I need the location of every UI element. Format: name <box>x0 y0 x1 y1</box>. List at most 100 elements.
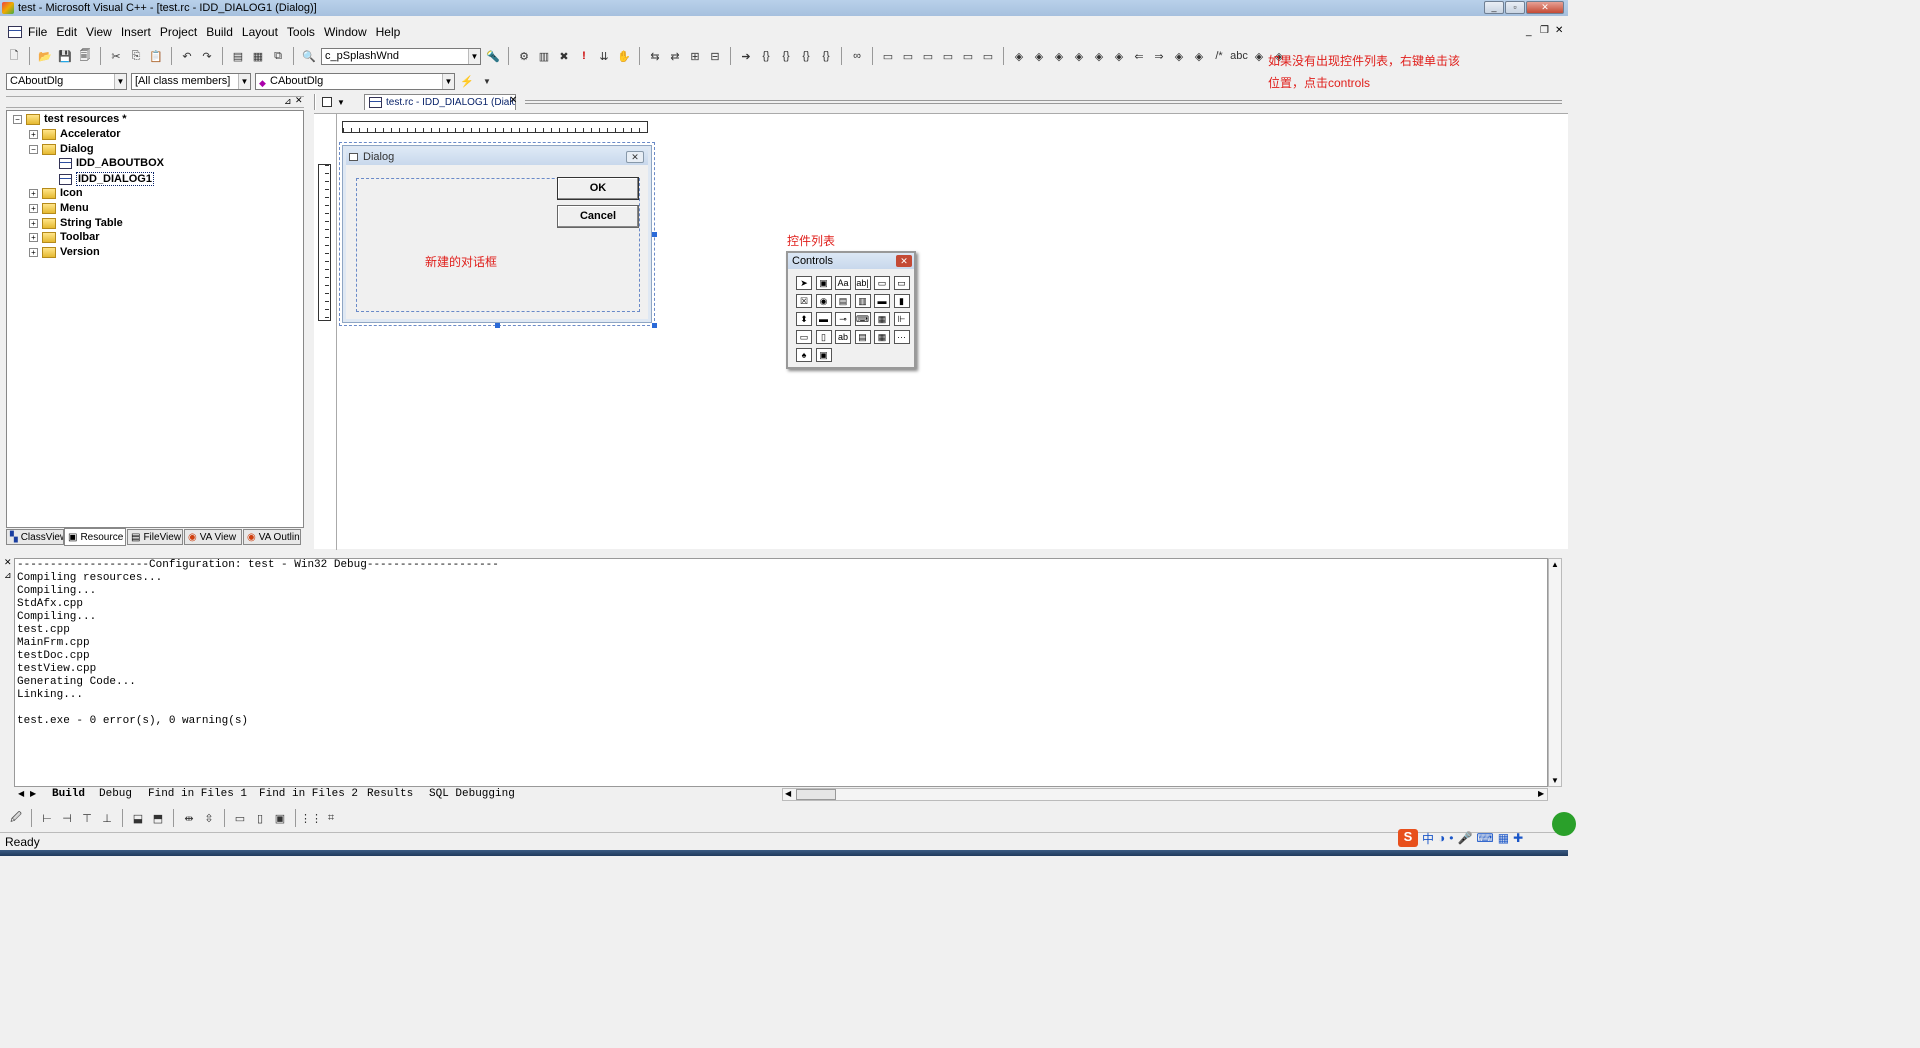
mdi-minimize-icon[interactable]: _ <box>1526 26 1532 37</box>
doc-tab-close-icon[interactable]: ✕ <box>509 95 517 106</box>
chevron-down-icon[interactable]: ▼ <box>337 98 345 107</box>
ime-tools-icon[interactable]: ✚ <box>1513 831 1523 845</box>
expand-icon[interactable]: + <box>29 232 38 242</box>
hscroll-thumb[interactable] <box>796 789 836 800</box>
test-dialog-icon[interactable]: 🖉 <box>8 810 24 826</box>
horizontal-scroll-icon[interactable]: ▬ <box>874 294 890 308</box>
debug-icon-4[interactable]: ⊟ <box>707 48 723 64</box>
panel-dock-icon[interactable]: ⊿ <box>284 96 292 107</box>
redo-icon[interactable]: ↷ <box>199 48 215 64</box>
check-box-icon[interactable]: ☒ <box>796 294 812 308</box>
callstack-icon[interactable]: ▭ <box>960 48 976 64</box>
ime-punct-icon[interactable]: ◑ <box>1438 831 1445 845</box>
group-box-icon[interactable]: ▭ <box>874 276 890 290</box>
dialog-editor-canvas[interactable]: Dialog ✕ OK Cancel 新建的对话框 控件列表 <box>314 113 1568 550</box>
output-tab-results[interactable]: Results <box>367 788 413 802</box>
ime-dot-icon[interactable]: • <box>1449 831 1453 845</box>
menu-project[interactable]: Project <box>160 25 197 39</box>
hscroll-right-icon[interactable]: ▶ <box>1538 789 1544 798</box>
debug-icon-3[interactable]: ⊞ <box>687 48 703 64</box>
expand-icon[interactable]: + <box>29 203 38 213</box>
list-control-icon[interactable]: ▦ <box>874 312 890 326</box>
animate-icon[interactable]: ▯ <box>815 330 832 344</box>
tree-item-dialog[interactable]: − Dialog <box>29 143 94 155</box>
mdi-close-icon[interactable]: ✕ <box>1555 25 1563 36</box>
hotkey-icon[interactable]: ⌨ <box>854 312 871 326</box>
tree-item-version[interactable]: + Version <box>29 246 100 258</box>
step-icon[interactable]: ➔ <box>738 48 754 64</box>
align-left-icon[interactable]: ⊢ <box>39 810 55 826</box>
sogou-icon[interactable]: S <box>1398 829 1418 847</box>
disassembly-icon[interactable]: ▭ <box>980 48 996 64</box>
minimize-icon[interactable]: _ <box>1484 1 1504 14</box>
output-close-icon[interactable]: ✕ <box>4 557 12 568</box>
symbol-combo[interactable]: c_pSplashWnd ▼ <box>321 47 481 65</box>
space-down-icon[interactable]: ⇳ <box>201 810 217 826</box>
spin-icon[interactable]: ⬍ <box>796 312 812 326</box>
tree-control-icon[interactable]: ⊩ <box>893 312 910 326</box>
toggle-grid-icon[interactable]: ⋮⋮ <box>300 810 322 826</box>
output-tab-debug[interactable]: Debug <box>99 788 132 802</box>
debug-icon-1[interactable]: ⇆ <box>647 48 663 64</box>
stop-build-icon[interactable]: ✖ <box>556 48 572 64</box>
same-height-icon[interactable]: ▯ <box>252 810 268 826</box>
tab-classview[interactable]: ▚ ClassView <box>6 529 64 545</box>
collapse-icon[interactable]: − <box>13 114 22 124</box>
controls-palette[interactable]: Controls ✕ ➤ ▣ Aa ab| ▭ ▭ ☒ ◉ ▤ ▥ ▬ ▮ ⬍ ▬ ⊸ ⌨ ▦ ⊩ ▭ ▯ ab ▤ ▦ ··… <box>786 251 916 369</box>
ime-mic-icon[interactable]: 🎤 <box>1457 831 1472 845</box>
go-icon[interactable]: ⇊ <box>596 48 612 64</box>
align-bottom-icon[interactable]: ⊥ <box>99 810 115 826</box>
function-combo[interactable]: ◆ CAboutDlg ▼ <box>255 72 455 90</box>
space-across-icon[interactable]: ⇹ <box>181 810 197 826</box>
tree-item-toolbar[interactable]: + Toolbar <box>29 231 100 243</box>
expand-icon[interactable]: + <box>29 247 38 257</box>
menu-layout[interactable]: Layout <box>242 25 278 39</box>
tab-control-icon[interactable]: ▭ <box>796 330 812 344</box>
list-box-icon[interactable]: ▥ <box>854 294 871 308</box>
undo-icon[interactable]: ↶ <box>179 48 195 64</box>
expand-icon[interactable]: + <box>29 188 38 198</box>
tree-item-menu[interactable]: + Menu <box>29 202 89 214</box>
tab-resourceview[interactable]: ▣ Resource <box>64 528 126 546</box>
tree-item-idd-dialog1[interactable]: IDD_DIALOG1 <box>59 172 154 186</box>
va-icon-9[interactable]: ◈ <box>1251 48 1267 64</box>
month-calendar-icon[interactable]: ▦ <box>874 330 890 344</box>
custom-control-icon[interactable]: ♠ <box>796 348 812 362</box>
center-horizontal-icon[interactable]: ⬒ <box>150 810 166 826</box>
va-icon-3[interactable]: ◈ <box>1051 48 1067 64</box>
radio-button-icon[interactable]: ◉ <box>815 294 832 308</box>
execute-icon[interactable]: ! <box>576 48 592 64</box>
same-width-icon[interactable]: ▭ <box>232 810 248 826</box>
combo-box-icon[interactable]: ▤ <box>835 294 851 308</box>
controls-close-icon[interactable]: ✕ <box>896 255 912 267</box>
open-icon[interactable]: 📂 <box>37 48 53 64</box>
static-text-icon[interactable]: Aa <box>835 276 851 290</box>
ime-skin-icon[interactable]: ▦ <box>1498 831 1509 845</box>
select-frame-icon[interactable] <box>322 97 332 107</box>
resize-handle[interactable] <box>652 232 657 237</box>
tab-scroll-left-icon[interactable]: ◀ <box>18 789 24 798</box>
output-hscroll[interactable] <box>782 788 1548 801</box>
tab-vaoutline[interactable]: ◉ VA Outline <box>243 529 301 545</box>
back-icon[interactable]: ⇐ <box>1131 48 1147 64</box>
paste-icon[interactable]: 📋 <box>148 48 164 64</box>
va-icon-4[interactable]: ◈ <box>1071 48 1087 64</box>
copy-icon[interactable]: ⎘ <box>128 48 144 64</box>
watch-icon[interactable]: ▭ <box>880 48 896 64</box>
ime-keyboard-icon[interactable]: ⌨ <box>1476 831 1493 845</box>
wizard-action-icon[interactable]: ⚡ <box>459 73 475 89</box>
step-into-icon[interactable]: {} <box>758 48 774 64</box>
edit-box-icon[interactable]: ab| <box>854 276 871 290</box>
va-icon-5[interactable]: ◈ <box>1091 48 1107 64</box>
menu-window[interactable]: Window <box>324 25 367 39</box>
dialog-preview[interactable]: Dialog ✕ OK Cancel 新建的对话框 <box>342 145 652 323</box>
panel-close-icon[interactable]: ✕ <box>295 95 303 106</box>
center-vertical-icon[interactable]: ⬓ <box>130 810 146 826</box>
align-right-icon[interactable]: ⊣ <box>59 810 75 826</box>
output-tab-find2[interactable]: Find in Files 2 <box>259 788 358 802</box>
chevron-down-icon[interactable]: ▼ <box>479 73 495 89</box>
ime-chinese-mode[interactable]: 中 <box>1422 830 1434 847</box>
menu-view[interactable]: View <box>86 25 112 39</box>
rich-edit-icon[interactable]: ab <box>835 330 851 344</box>
expand-icon[interactable]: + <box>29 218 38 228</box>
